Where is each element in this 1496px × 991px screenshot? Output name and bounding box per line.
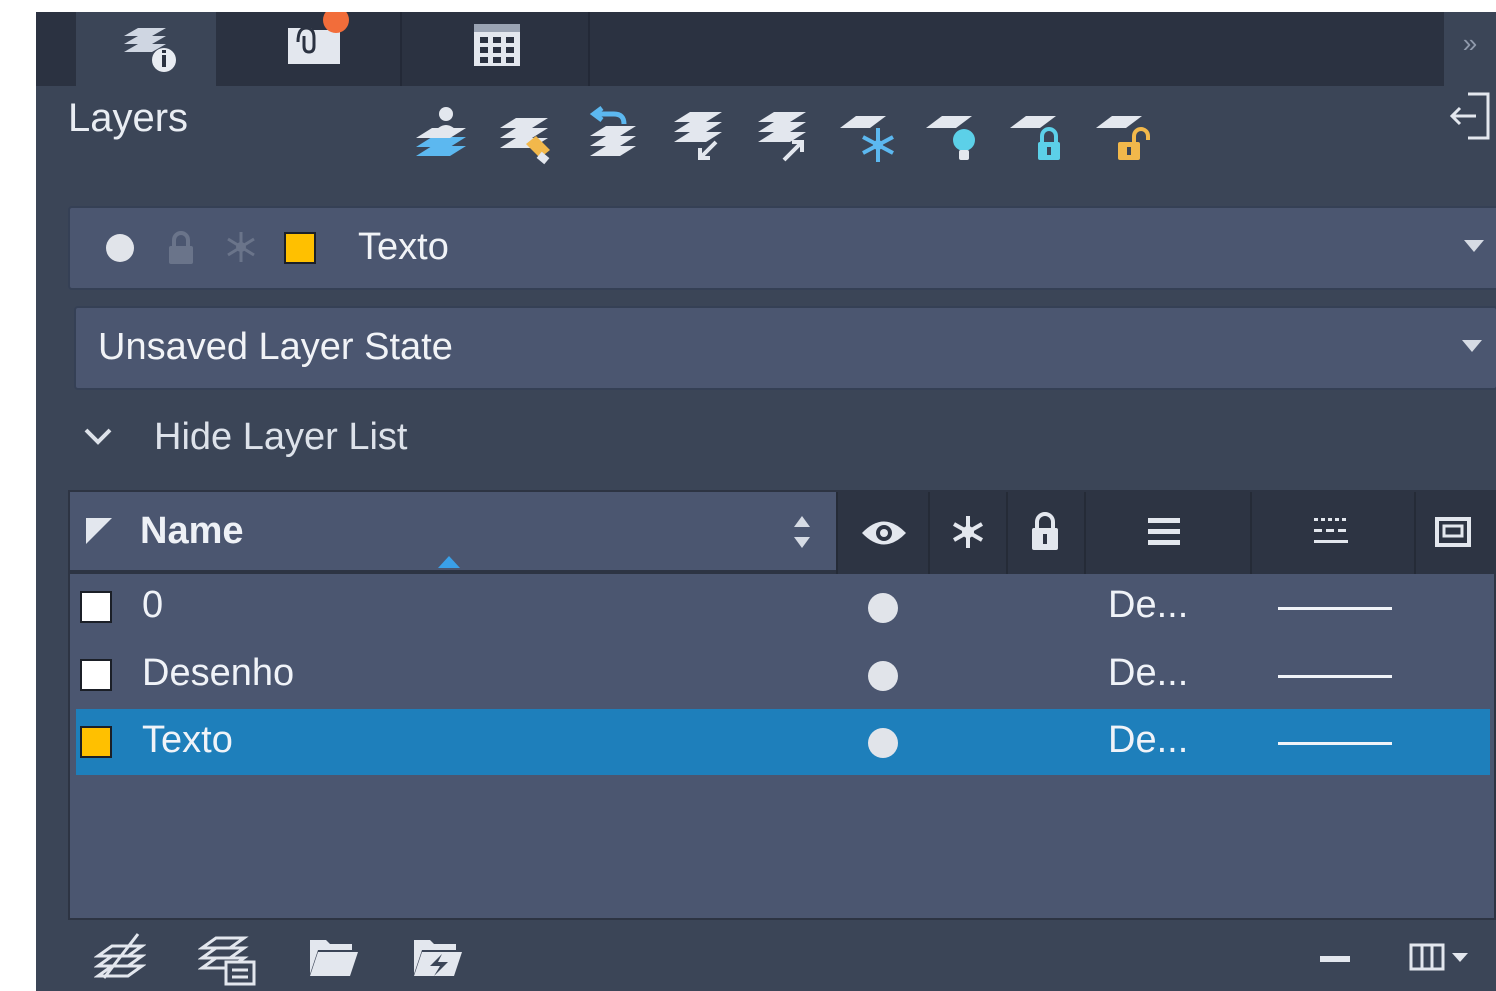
- hide-layer-list-label: Hide Layer List: [154, 416, 408, 458]
- column-settings-icon[interactable]: [1408, 942, 1470, 972]
- viewport-icon: [1435, 517, 1471, 547]
- external-references-tab[interactable]: [218, 12, 402, 86]
- layer-state-dropdown[interactable]: Unsaved Layer State: [74, 306, 1496, 390]
- table-header: Name: [70, 492, 1494, 574]
- table-row[interactable]: Texto De...: [76, 709, 1490, 775]
- layer-color-swatch[interactable]: [80, 659, 112, 691]
- layer-translator-icon[interactable]: [198, 928, 258, 988]
- current-layer-dropdown[interactable]: Texto: [68, 206, 1496, 290]
- column-header-plot[interactable]: [1414, 492, 1496, 574]
- select-all-checkbox-icon[interactable]: [84, 516, 114, 546]
- previous-layer-icon[interactable]: [580, 104, 644, 168]
- column-header-name[interactable]: Name: [70, 492, 836, 570]
- table-row[interactable]: 0 De...: [70, 574, 1494, 640]
- grid-icon: [474, 24, 520, 66]
- layer-on-indicator[interactable]: [868, 728, 898, 758]
- layer-state-value: Unsaved Layer State: [98, 326, 453, 368]
- layer-lineweight[interactable]: De...: [1108, 652, 1188, 695]
- layer-info-icon: [124, 28, 176, 72]
- freeze-layer-icon[interactable]: [836, 104, 900, 168]
- chevron-down-icon[interactable]: [1462, 340, 1482, 352]
- xref-attach-icon: [288, 12, 349, 64]
- unlock-layer-icon[interactable]: [1092, 104, 1156, 168]
- layer-name: 0: [142, 584, 164, 626]
- bottom-toolbar: [36, 924, 1496, 991]
- grid-view-tab[interactable]: [402, 12, 590, 86]
- layer-linetype-sample[interactable]: [1278, 675, 1392, 678]
- current-layer-name: Texto: [358, 226, 449, 268]
- layer-on-indicator[interactable]: [868, 593, 898, 623]
- freeze-status-icon: [227, 232, 255, 262]
- on-off-indicator-icon: [106, 234, 134, 262]
- column-header-lineweight[interactable]: [1084, 492, 1252, 574]
- turn-off-layer-icon[interactable]: [922, 104, 986, 168]
- layer-unisolate-icon[interactable]: [750, 104, 814, 168]
- eye-icon: [862, 521, 906, 545]
- column-header-on-off[interactable]: [836, 492, 930, 574]
- layer-walk-icon[interactable]: [94, 930, 146, 982]
- layer-on-indicator[interactable]: [868, 661, 898, 691]
- overflow-button[interactable]: »: [1444, 12, 1496, 86]
- layer-list-table: Name 0 De... Desenho De... Texto De...: [68, 490, 1496, 920]
- open-folder-icon[interactable]: [308, 934, 360, 980]
- chevron-down-icon[interactable]: [1464, 240, 1484, 252]
- layer-color-swatch[interactable]: [80, 726, 112, 758]
- layers-properties-tab[interactable]: [76, 12, 216, 86]
- delete-layer-icon[interactable]: [1320, 956, 1350, 962]
- column-header-lock[interactable]: [1006, 492, 1086, 574]
- layer-name: Texto: [142, 719, 233, 761]
- chevron-down-icon: [84, 428, 112, 445]
- layer-linetype-sample[interactable]: [1278, 742, 1392, 745]
- merge-layers-folder-icon[interactable]: [412, 934, 464, 980]
- palette-tab-bar: »: [36, 12, 1496, 86]
- lineweight-icon: [1148, 518, 1180, 545]
- new-layer-icon[interactable]: [410, 104, 474, 168]
- sort-ascending-icon: [438, 556, 460, 568]
- sort-toggle-icon[interactable]: [790, 514, 814, 550]
- detach-panel-icon[interactable]: [1448, 90, 1496, 142]
- linetype-icon: [1314, 518, 1348, 543]
- lock-layer-icon[interactable]: [1006, 104, 1070, 168]
- lock-status-icon: [169, 231, 193, 264]
- table-row[interactable]: Desenho De...: [70, 642, 1494, 708]
- layer-lineweight[interactable]: De...: [1108, 584, 1188, 627]
- snowflake-icon: [953, 516, 983, 548]
- layer-name: Desenho: [142, 652, 295, 694]
- current-layer-color-swatch: [284, 232, 316, 264]
- column-header-linetype[interactable]: [1250, 492, 1416, 574]
- lock-icon: [1032, 512, 1058, 550]
- layer-color-swatch[interactable]: [80, 591, 112, 623]
- panel-title: Layers: [68, 96, 189, 140]
- match-layer-icon[interactable]: [494, 104, 558, 168]
- layers-palette: » Layers Texto Unsaved Layer State Hide …: [36, 12, 1496, 991]
- layer-isolate-icon[interactable]: [666, 104, 730, 168]
- column-header-freeze[interactable]: [928, 492, 1008, 574]
- column-name-label: Name: [140, 510, 244, 552]
- layer-linetype-sample[interactable]: [1278, 607, 1392, 610]
- layer-lineweight[interactable]: De...: [1108, 719, 1188, 762]
